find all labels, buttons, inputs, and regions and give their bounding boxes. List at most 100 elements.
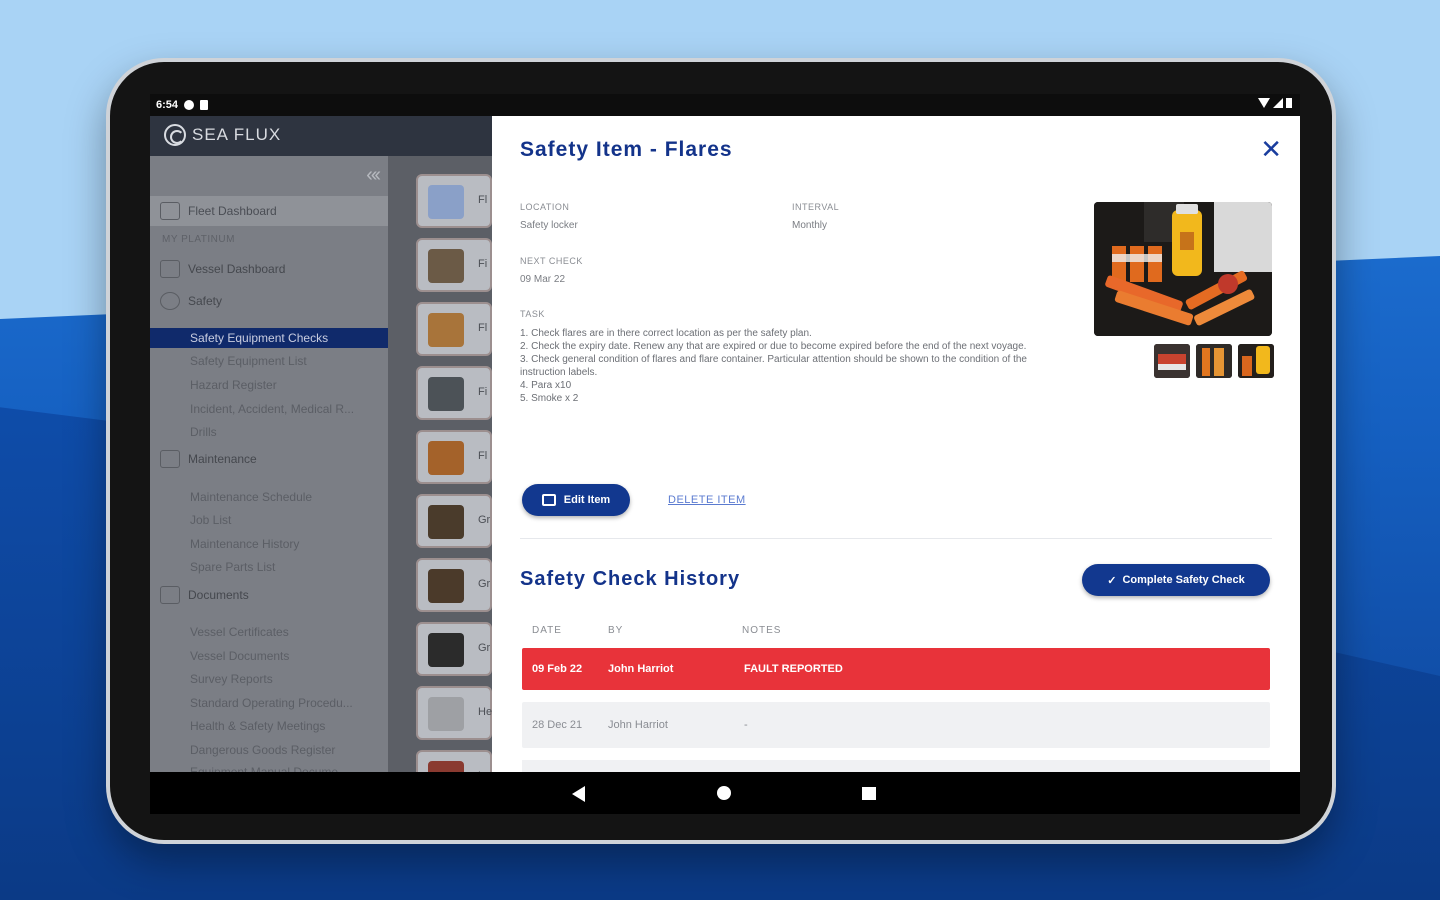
sidebar-item-label: Vessel Dashboard <box>188 262 286 276</box>
sea-flux-logo-icon <box>164 124 186 146</box>
list-item[interactable]: Gr <box>416 494 492 548</box>
sidebar-item-vessel-certificates[interactable]: Vessel Certificates <box>190 625 380 639</box>
app-header: SEA FLUX <box>150 116 492 156</box>
task-line: 2. Check the expiry date. Renew any that… <box>520 341 1027 352</box>
sidebar-item-maintenance-schedule[interactable]: Maintenance Schedule <box>190 490 380 504</box>
history-title: Safety Check History <box>520 568 741 590</box>
sidebar-item-dangerous-goods-register[interactable]: Dangerous Goods Register <box>190 743 380 757</box>
sidebar-item-fleet-dashboard[interactable]: Fleet Dashboard <box>150 196 388 226</box>
sidebar-item-vessel-dashboard[interactable]: Vessel Dashboard <box>160 260 285 278</box>
sidebar-item-health-safety-meetings[interactable]: Health & Safety Meetings <box>190 719 380 733</box>
task-label: TASK <box>520 309 545 319</box>
sidebar-item-vessel-documents[interactable]: Vessel Documents <box>190 649 380 663</box>
check-icon: ✓ <box>1107 574 1117 587</box>
next-check-label: NEXT CHECK <box>520 256 583 266</box>
task-line: 4. Para x10 <box>520 380 572 391</box>
row-notes: FAULT REPORTED <box>744 663 843 675</box>
complete-safety-check-label: Complete Safety Check <box>1122 574 1245 586</box>
sidebar-item-maintenance-history[interactable]: Maintenance History <box>190 537 380 551</box>
task-line: 3. Check general condition of flares and… <box>520 354 1027 378</box>
task-description: 1. Check flares are in there correct loc… <box>520 327 1050 405</box>
interval-value: Monthly <box>792 220 828 231</box>
sidebar-item-label: Documents <box>188 588 249 602</box>
notification-icon <box>184 100 195 110</box>
lifebuoy-icon <box>160 292 180 310</box>
item-label: Fl <box>478 194 488 206</box>
edit-item-button[interactable]: Edit Item <box>522 484 630 516</box>
thumbnail-image <box>1238 344 1274 378</box>
brand-name: SEA FLUX <box>192 125 282 144</box>
row-date: 09 Feb 22 <box>532 663 583 675</box>
bank-icon <box>160 202 180 220</box>
sidebar-item-survey-reports[interactable]: Survey Reports <box>190 672 380 686</box>
close-icon[interactable]: ✕ <box>1260 136 1282 162</box>
item-label: Fl <box>478 322 488 334</box>
item-label: Fl <box>478 450 488 462</box>
edit-icon <box>541 494 556 506</box>
sidebar-item-label: Maintenance <box>188 452 257 466</box>
location-value: Safety locker <box>520 220 578 231</box>
document-icon <box>160 586 180 604</box>
collapse-sidebar-icon[interactable]: «‹ <box>366 164 381 187</box>
list-item[interactable]: He <box>416 686 492 740</box>
sidebar-item-spare-parts-list[interactable]: Spare Parts List <box>190 560 380 574</box>
sidebar-item-safety-equipment-checks[interactable]: Safety Equipment Checks <box>150 328 388 348</box>
photo-thumbnail[interactable] <box>1238 344 1274 378</box>
sidebar-item-drills[interactable]: Drills <box>190 425 380 439</box>
item-thumbnail <box>428 313 464 347</box>
signal-icon <box>1273 98 1283 108</box>
panel-title: Safety Item - Flares <box>520 138 733 161</box>
photo-thumbnail[interactable] <box>1154 344 1190 378</box>
tablet-screen: 6:54 SEA FLUX «‹ Fleet Dashboard MY PLAT… <box>150 94 1300 814</box>
home-icon[interactable] <box>717 786 731 800</box>
task-line: 1. Check flares are in there correct loc… <box>520 328 812 339</box>
photo-thumbnail[interactable] <box>1196 344 1232 378</box>
task-line: 5. Smoke x 2 <box>520 393 579 404</box>
item-label: Gr <box>478 578 491 590</box>
back-icon[interactable] <box>572 786 585 802</box>
safety-item-list: Fl Fi Fl Fi Fl Gr Gr Gr He <box>416 156 492 804</box>
tools-icon <box>160 450 180 468</box>
sidebar-item-job-list[interactable]: Job List <box>190 513 380 527</box>
list-item[interactable]: Fl <box>416 430 492 484</box>
item-label: He <box>478 706 493 718</box>
list-item[interactable]: Fl <box>416 174 492 228</box>
item-thumbnail <box>428 505 464 539</box>
item-thumbnail <box>428 697 464 731</box>
sim-icon <box>200 100 209 110</box>
app-window: SEA FLUX «‹ Fleet Dashboard MY PLATINUM … <box>150 116 1300 804</box>
list-item[interactable]: Fl <box>416 302 492 356</box>
safety-item-panel: Safety Item - Flares ✕ LOCATION Safety l… <box>492 116 1300 780</box>
sidebar-item-hazard-register[interactable]: Hazard Register <box>190 378 380 392</box>
status-time: 6:54 <box>156 99 179 111</box>
photo-thumbnails <box>1154 344 1274 378</box>
thumbnail-image <box>1154 344 1190 378</box>
list-item[interactable]: Fi <box>416 238 492 292</box>
recent-apps-icon[interactable] <box>862 787 876 800</box>
table-row[interactable]: 09 Feb 22 John Harriot FAULT REPORTED <box>522 648 1270 690</box>
sidebar-item-maintenance[interactable]: Maintenance <box>160 450 257 468</box>
complete-safety-check-button[interactable]: ✓ Complete Safety Check <box>1082 564 1270 596</box>
location-label: LOCATION <box>520 202 570 212</box>
status-bar: 6:54 <box>150 94 1300 116</box>
list-item[interactable]: Gr <box>416 558 492 612</box>
sidebar-item-sop[interactable]: Standard Operating Procedu... <box>190 696 380 710</box>
column-header-notes: NOTES <box>742 625 782 636</box>
item-thumbnail <box>428 185 464 219</box>
sidebar-item-label: Safety <box>188 294 223 308</box>
item-photo[interactable] <box>1094 202 1272 336</box>
list-item[interactable]: Fi <box>416 366 492 420</box>
android-nav-bar <box>150 772 1300 814</box>
item-label: Fi <box>478 258 488 270</box>
item-thumbnail <box>428 569 464 603</box>
sidebar-item-safety[interactable]: Safety <box>160 292 222 310</box>
item-thumbnail <box>428 377 464 411</box>
delete-item-link[interactable]: DELETE ITEM <box>668 494 746 506</box>
sidebar-item-documents[interactable]: Documents <box>160 586 249 604</box>
interval-label: INTERVAL <box>792 202 840 212</box>
sidebar-item-incident-report[interactable]: Incident, Accident, Medical R... <box>190 402 380 416</box>
table-row[interactable]: 28 Dec 21 John Harriot - <box>522 702 1270 748</box>
brand-logo: SEA FLUX <box>164 124 281 146</box>
list-item[interactable]: Gr <box>416 622 492 676</box>
sidebar-item-safety-equipment-list[interactable]: Safety Equipment List <box>190 354 380 368</box>
